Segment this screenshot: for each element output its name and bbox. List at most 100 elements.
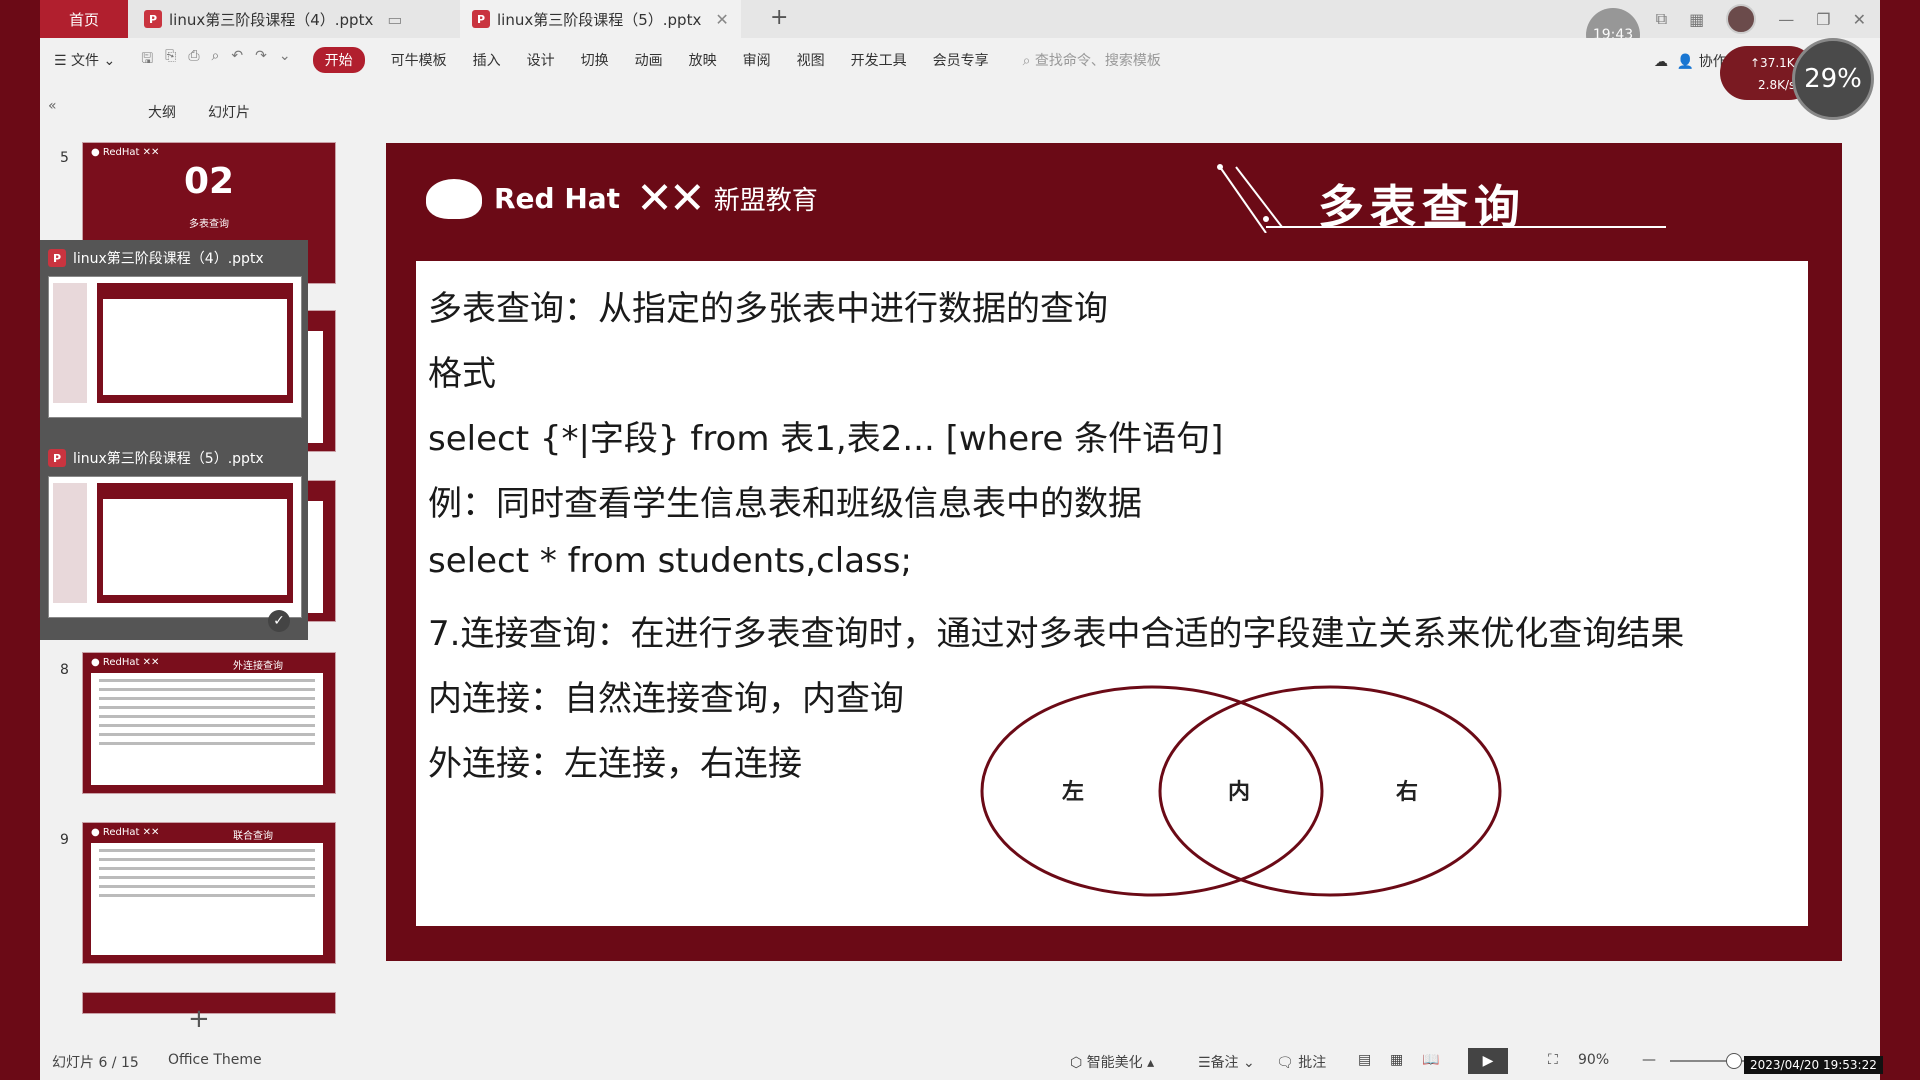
status-bar: 幻灯片 6 / 15 Office Theme ⬡ 智能美化 ▴ ☰备注 ⌄ 🗨… xyxy=(40,1040,1880,1080)
content-line: select * from students,class; xyxy=(428,541,912,581)
file-menu-label: 文件 xyxy=(71,53,100,69)
pptx-icon: P xyxy=(48,449,66,467)
redhat-wordmark: Red Hat xyxy=(494,182,621,215)
command-search[interactable]: ⌕ 查找命令、搜索模板 xyxy=(1023,50,1161,70)
content-line: 内连接：自然连接查询，内查询 xyxy=(428,679,904,719)
system-datetime: 2023/04/20 19:53:22 xyxy=(1744,1056,1883,1074)
pptx-icon: P xyxy=(144,10,162,28)
normal-view-icon[interactable]: ▤ xyxy=(1358,1052,1371,1068)
redhat-logo-icon xyxy=(426,178,482,219)
pptx-icon: P xyxy=(48,249,66,267)
tab-outline[interactable]: 大纲 xyxy=(148,102,176,122)
check-icon: ✓ xyxy=(268,610,290,632)
ribbon-tab-view[interactable]: 视图 xyxy=(797,50,825,70)
thumb-section-title: 多表查询 xyxy=(189,219,229,230)
slide-content: 多表查询：从指定的多张表中进行数据的查询 格式 select {*|字段} fr… xyxy=(416,261,1808,926)
undo-icon[interactable]: ↶ xyxy=(231,48,243,72)
layout-icon[interactable]: ⧉ xyxy=(1656,9,1667,29)
content-line: select {*|字段} from 表1,表2... [where 条件语句] xyxy=(428,419,1224,459)
ribbon-tab-templates[interactable]: 可牛模板 xyxy=(391,50,447,70)
content-line: 外连接：左连接，右连接 xyxy=(428,744,802,784)
slide-canvas[interactable]: Red Hat ✕✕ 新盟教育 多表查询 多表查询：从指定的多张表中进行数据的查… xyxy=(386,143,1842,961)
comment-label: 批注 xyxy=(1298,1055,1327,1071)
maximize-icon[interactable]: ❐ xyxy=(1816,10,1830,29)
tab-preview-title: Plinux第三阶段课程（5）.pptx xyxy=(48,448,264,468)
ribbon-tab-member[interactable]: 会员专享 xyxy=(933,50,989,70)
thumb-brand: ● RedHat ✕✕ xyxy=(91,657,160,668)
thumb-brand: ● RedHat ✕✕ xyxy=(91,827,160,838)
tab-preview-title: Plinux第三阶段课程（4）.pptx xyxy=(48,248,264,268)
ribbon-tab-animation[interactable]: 动画 xyxy=(635,50,663,70)
export-icon[interactable]: ⎘ xyxy=(165,48,176,72)
ribbon-tab-insert[interactable]: 插入 xyxy=(473,50,501,70)
smart-beautify-button[interactable]: ⬡ 智能美化 ▴ xyxy=(1070,1052,1154,1072)
zoom-slider-handle[interactable] xyxy=(1726,1053,1742,1069)
tab-preview-doc-4[interactable]: Plinux第三阶段课程（4）.pptx xyxy=(40,240,308,440)
preview-icon[interactable]: ⌕ xyxy=(212,48,220,72)
print-icon[interactable]: ⎙ xyxy=(188,48,199,72)
ribbon-tab-developer[interactable]: 开发工具 xyxy=(851,50,907,70)
slide-number-8: 8 xyxy=(60,662,69,678)
reading-view-icon[interactable]: 📖 xyxy=(1422,1052,1439,1068)
new-tab-button[interactable]: + xyxy=(770,5,788,30)
comment-button[interactable]: 🗨 批注 xyxy=(1276,1052,1326,1072)
zoom-out-icon[interactable]: — xyxy=(1642,1052,1656,1068)
avatar[interactable] xyxy=(1726,4,1757,34)
slide-thumbnail-9[interactable]: ● RedHat ✕✕ 联合查询 xyxy=(82,822,336,964)
file-menu[interactable]: ☰ 文件 ⌄ xyxy=(54,50,115,70)
slide-thumbnails: 5 ● RedHat ✕✕ 02 多表查询 8 ● RedHat ✕✕ 外连接查… xyxy=(40,130,340,1020)
ribbon-tab-review[interactable]: 审阅 xyxy=(743,50,771,70)
thumb-title-9: 联合查询 xyxy=(233,831,273,842)
sorter-view-icon[interactable]: ▦ xyxy=(1390,1052,1403,1068)
venn-label-left: 左 xyxy=(1062,779,1084,805)
redo-icon[interactable]: ↷ xyxy=(255,48,267,72)
collab-button[interactable]: ☁ 👤 协作 xyxy=(1654,51,1727,71)
play-slideshow-button[interactable]: ▶ xyxy=(1468,1048,1508,1074)
brand-logos: Red Hat ✕✕ 新盟教育 xyxy=(426,173,818,224)
content-line: 例：同时查看学生信息表和班级信息表中的数据 xyxy=(428,484,1142,524)
more-icon[interactable]: ⌄ xyxy=(279,48,291,72)
slide-counter: 幻灯片 6 / 15 xyxy=(52,1055,139,1071)
fit-window-icon[interactable]: ⛶ xyxy=(1548,1052,1558,1068)
ribbon-tab-design[interactable]: 设计 xyxy=(527,50,555,70)
panel-tabs: « 大纲 幻灯片 xyxy=(40,96,340,124)
add-slide-button[interactable]: + xyxy=(188,1004,210,1034)
notes-button[interactable]: ☰备注 ⌄ xyxy=(1198,1052,1255,1072)
user-icon: 👤 xyxy=(1676,54,1695,70)
tab-home[interactable]: 首页 xyxy=(40,0,128,38)
grid-icon[interactable]: ▦ xyxy=(1689,10,1704,29)
xinmeng-logo-icon: ✕✕ xyxy=(636,173,706,224)
zoom-level[interactable]: 90% xyxy=(1578,1052,1609,1068)
tab-preview-doc-5[interactable]: Plinux第三阶段课程（5）.pptx ✓ xyxy=(40,440,308,640)
window-controls: ⧉ ▦ — ❐ ✕ xyxy=(1656,0,1880,38)
tab-doc-5[interactable]: P linux第三阶段课程（5）.pptx ✕ xyxy=(460,0,741,38)
beautify-icon: ⬡ xyxy=(1070,1055,1083,1071)
close-window-icon[interactable]: ✕ xyxy=(1853,10,1866,29)
slide-number-5: 5 xyxy=(60,150,69,166)
presentation-app: 首页 P linux第三阶段课程（4）.pptx ▭ P linux第三阶段课程… xyxy=(40,0,1880,1080)
venn-label-inner: 内 xyxy=(1228,780,1250,805)
play-icon: ▶ xyxy=(1482,1053,1494,1069)
ribbon-tab-home[interactable]: 开始 xyxy=(312,47,365,73)
slide-thumbnail-8[interactable]: ● RedHat ✕✕ 外连接查询 xyxy=(82,652,336,794)
screen-icon[interactable]: ▭ xyxy=(387,10,402,29)
close-icon[interactable]: ✕ xyxy=(715,10,728,29)
ribbon-tab-transition[interactable]: 切换 xyxy=(581,50,609,70)
screen-border-right xyxy=(1880,0,1920,1080)
tab-doc-4[interactable]: P linux第三阶段课程（4）.pptx ▭ xyxy=(144,0,402,38)
slide-number-9: 9 xyxy=(60,832,69,848)
search-icon: ⌕ xyxy=(1022,53,1031,69)
notes-label: 备注 xyxy=(1210,1055,1239,1071)
slide-title: 多表查询 xyxy=(1318,180,1526,234)
xinmeng-wordmark: 新盟教育 xyxy=(713,186,818,216)
collapse-panel-icon[interactable]: « xyxy=(48,98,57,114)
join-venn-diagram: 左 内 右 xyxy=(980,685,1502,897)
save-icon[interactable]: 🖫 xyxy=(141,48,153,72)
thumb-title-8: 外连接查询 xyxy=(233,661,283,672)
pptx-icon: P xyxy=(472,10,490,28)
theme-name[interactable]: Office Theme xyxy=(168,1052,262,1068)
tab-slides[interactable]: 幻灯片 xyxy=(208,102,250,122)
ribbon-tab-slideshow[interactable]: 放映 xyxy=(689,50,717,70)
ribbon-menu: ☰ 文件 ⌄ 🖫 ⎘ ⎙ ⌕ ↶ ↷ ⌄ 开始 可牛模板 插入 设计 切换 动画… xyxy=(40,38,1880,82)
minimize-icon[interactable]: — xyxy=(1778,10,1794,29)
